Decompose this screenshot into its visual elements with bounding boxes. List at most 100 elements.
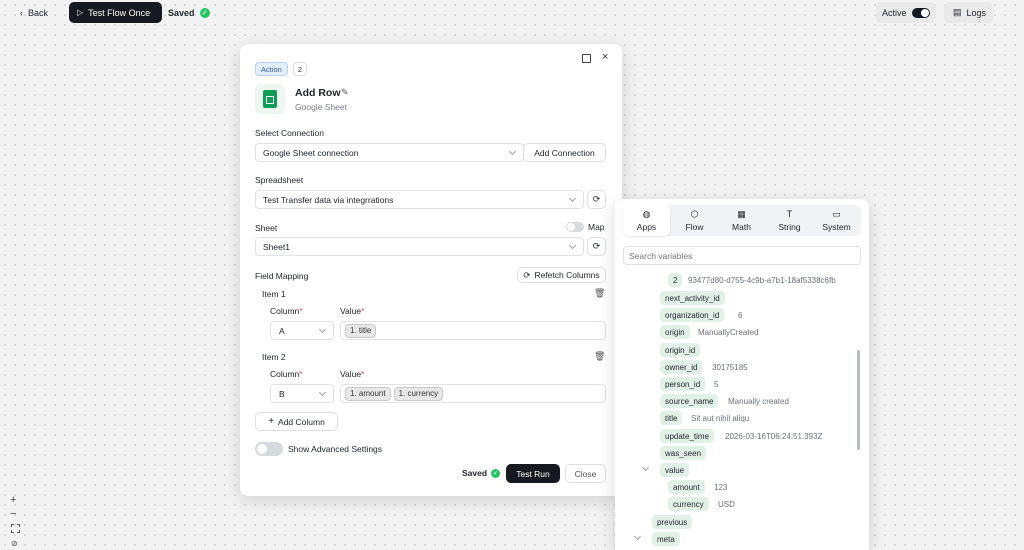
variable-key[interactable]: person_id (660, 377, 706, 391)
variable-key[interactable]: origin_id (660, 343, 701, 357)
tab-string[interactable]: T String (766, 205, 813, 236)
globe-icon: ◍ (642, 208, 651, 219)
connection-select[interactable]: Google Sheet connection (255, 143, 524, 162)
variable-value: 123 (714, 483, 728, 492)
monitor-icon: ▭ (832, 208, 841, 219)
map-toggle[interactable] (566, 222, 584, 232)
cube-icon: ⬡ (690, 208, 699, 219)
value-input[interactable]: 1. title (340, 321, 606, 340)
column-label: Column* (270, 369, 303, 379)
column-select[interactable]: A (270, 321, 334, 340)
chevron-down-icon (568, 194, 577, 203)
refresh-icon: ⟳ (523, 269, 531, 280)
variable-value: ManuallyCreated (698, 328, 759, 337)
variable-key[interactable]: owner_id (660, 360, 703, 374)
variable-key[interactable]: was_seen (660, 446, 707, 460)
mapping-item-2: Item 2 🗑 Column* Value* B 1. amount 1. c… (255, 348, 606, 410)
chevron-down-icon (318, 325, 327, 334)
variable-key[interactable]: next_activity_id (660, 291, 725, 305)
variables-panel: ◍ Apps ⬡ Flow ▦ Math T String ▭ System 2… (615, 199, 869, 550)
advanced-settings-group: Show Advanced Settings (255, 442, 382, 456)
trash-icon[interactable]: 🗑 (594, 288, 605, 299)
back-button[interactable]: ‹ Back (20, 2, 48, 23)
variable-value: Sit aut nihil aliqu (691, 414, 750, 423)
sheet-label: Sheet (255, 223, 278, 233)
step-settings-panel: Action 2 × Add Row ✎ Google Sheet Select… (240, 44, 622, 496)
variable-key[interactable]: amount (668, 480, 705, 494)
refresh-sheet-button[interactable]: ⟳ (587, 237, 606, 256)
select-connection-label: Select Connection (255, 128, 324, 138)
item-label: Item 2 (262, 352, 286, 362)
step-number-badge: 2 (293, 62, 307, 76)
variable-key[interactable]: update_time (660, 429, 715, 443)
variable-key[interactable]: source_name (660, 394, 719, 408)
variable-key[interactable]: origin (660, 325, 690, 339)
scrollbar[interactable] (857, 350, 860, 450)
test-run-button[interactable]: Test Run (506, 464, 560, 483)
google-sheets-icon (255, 84, 285, 114)
chevron-down-icon[interactable] (641, 463, 650, 472)
variable-value: Manually created (728, 397, 789, 406)
close-icon[interactable]: × (602, 51, 608, 63)
zoom-out-button[interactable]: − (10, 508, 16, 520)
variable-key[interactable]: value (660, 463, 690, 477)
toggle-knob (257, 444, 267, 454)
check-circle-icon: ✓ (199, 7, 210, 18)
text-icon: T (786, 208, 793, 219)
test-flow-button[interactable]: ▷ Test Flow Once (69, 2, 162, 23)
action-badge: Action (255, 62, 288, 76)
spreadsheet-label: Spreadsheet (255, 175, 304, 185)
chevron-down-icon (318, 388, 327, 397)
variable-key[interactable]: organization_id (660, 308, 725, 322)
spreadsheet-select[interactable]: Test Transfer data via integrrations (255, 190, 584, 209)
logs-button[interactable]: ▤ Logs (944, 2, 993, 23)
tab-system[interactable]: ▭ System (813, 205, 860, 236)
map-toggle-group: Map (566, 222, 605, 232)
refresh-icon: ⟳ (592, 241, 601, 251)
chevron-down-icon[interactable] (633, 532, 642, 541)
check-circle-icon: ✓ (491, 468, 501, 478)
edit-icon[interactable]: ✎ (341, 87, 349, 98)
fit-view-icon[interactable] (11, 524, 20, 533)
zoom-in-button[interactable]: + (10, 494, 16, 506)
chevron-down-icon (568, 241, 577, 250)
tab-flow[interactable]: ⬡ Flow (671, 205, 718, 236)
variable-value: 30175185 (712, 363, 748, 372)
add-column-button[interactable]: + Add Column (255, 412, 338, 431)
variable-key[interactable]: meta (652, 532, 680, 546)
value-label: Value* (340, 369, 365, 379)
variable-chip: 1. currency (393, 386, 444, 401)
trash-icon[interactable]: 🗑 (594, 351, 605, 362)
variable-chip: 1. title (345, 323, 377, 338)
calculator-icon: ▦ (737, 208, 746, 219)
chevron-left-icon: ‹ (20, 7, 23, 18)
variable-key[interactable]: title (660, 411, 683, 425)
refetch-columns-button[interactable]: ⟳ Refetch Columns (517, 267, 606, 283)
close-button[interactable]: Close (565, 464, 606, 483)
lock-icon[interactable]: ⊘ (11, 539, 18, 548)
variable-value: 93477d80-d755-4c9b-a7b1-18af5338c6fb (688, 276, 836, 285)
add-connection-button[interactable]: Add Connection (523, 143, 606, 162)
toggle-knob (567, 223, 575, 231)
saved-status: Saved ✓ (168, 2, 210, 23)
sheet-select[interactable]: Sheet1 (255, 237, 584, 256)
refresh-icon: ⟳ (592, 194, 601, 204)
field-mapping-label: Field Mapping (255, 271, 309, 281)
column-select[interactable]: B (270, 384, 334, 403)
active-toggle-group: Active (876, 2, 936, 23)
chevron-down-icon (508, 147, 517, 156)
active-toggle[interactable] (911, 7, 930, 18)
variable-key[interactable]: previous (652, 515, 693, 529)
variable-value: 5 (714, 380, 719, 389)
search-variables-input[interactable] (623, 246, 861, 265)
tab-math[interactable]: ▦ Math (718, 205, 765, 236)
variable-key[interactable]: 2 (668, 273, 683, 287)
mapping-item-1: Item 1 🗑 Column* Value* A 1. title (255, 285, 606, 347)
footer-saved-status: Saved ✓ (462, 468, 501, 478)
variable-key[interactable]: currency (668, 497, 709, 511)
split-view-icon[interactable] (582, 54, 591, 63)
tab-apps[interactable]: ◍ Apps (623, 205, 670, 236)
advanced-settings-toggle[interactable] (255, 442, 283, 456)
refresh-spreadsheet-button[interactable]: ⟳ (587, 190, 606, 209)
value-input[interactable]: 1. amount 1. currency (340, 384, 606, 403)
